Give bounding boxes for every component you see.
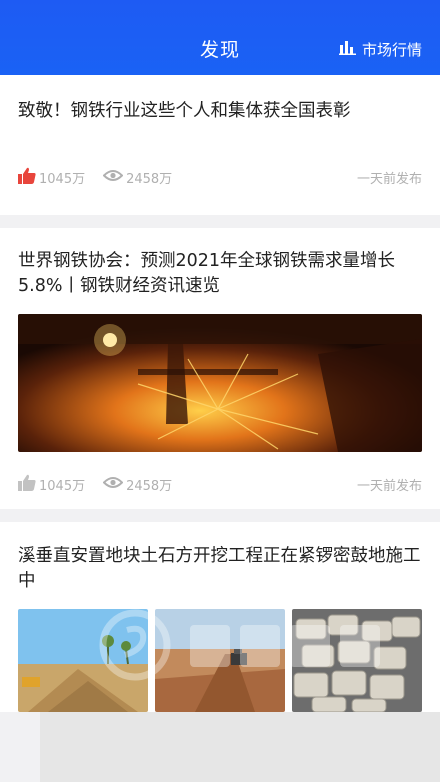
publish-time: 一天前发布 xyxy=(356,171,422,187)
article-image-construction-site xyxy=(18,609,148,712)
like-group[interactable]: 1045万 xyxy=(18,167,85,188)
like-count: 1045万 xyxy=(39,171,86,187)
bar-chart-icon xyxy=(338,40,356,59)
view-count: 2458万 xyxy=(126,171,173,187)
view-group: 2458万 xyxy=(102,475,173,494)
eye-icon xyxy=(102,169,124,186)
article-title: 世界钢铁协会：预测2021年全球钢铁需求量增长5.8%丨钢铁财经资讯速览 xyxy=(18,251,396,296)
market-label: 市场行情 xyxy=(361,41,422,59)
thumbs-up-icon xyxy=(18,474,36,495)
like-group[interactable]: 1045万 xyxy=(18,474,85,495)
thumbs-up-icon xyxy=(18,167,36,188)
view-group: 2458万 xyxy=(102,168,173,187)
article-meta: 1045万 2458万 一天前发布 xyxy=(18,474,422,494)
article-image-dirt-road xyxy=(155,609,285,712)
article-title: 溪垂直安置地块土石方开挖工程正在紧锣密鼓地施工中 xyxy=(18,546,421,591)
market-button[interactable]: 市场行情 xyxy=(338,39,422,60)
eye-icon xyxy=(102,476,124,493)
bottom-panel xyxy=(40,712,440,782)
publish-time: 一天前发布 xyxy=(356,478,422,494)
article-card[interactable]: 溪垂直安置地块土石方开挖工程正在紧锣密鼓地施工中 xyxy=(0,522,440,712)
view-count: 2458万 xyxy=(126,478,173,494)
top-bar: 发现 市场行情 xyxy=(0,0,440,75)
article-card[interactable]: 世界钢铁协会：预测2021年全球钢铁需求量增长5.8%丨钢铁财经资讯速览 104… xyxy=(0,228,440,509)
article-meta: 1045万 2458万 一天前发布 xyxy=(18,167,422,187)
article-title: 致敬！钢铁行业这些个人和集体获全国表彰 xyxy=(18,101,351,121)
article-image-steel-furnace xyxy=(18,314,422,452)
article-image-cement-bags xyxy=(292,609,422,712)
article-card[interactable]: 致敬！钢铁行业这些个人和集体获全国表彰 1045万 2458万 一天前发布 xyxy=(0,75,440,215)
like-count: 1045万 xyxy=(39,478,86,494)
